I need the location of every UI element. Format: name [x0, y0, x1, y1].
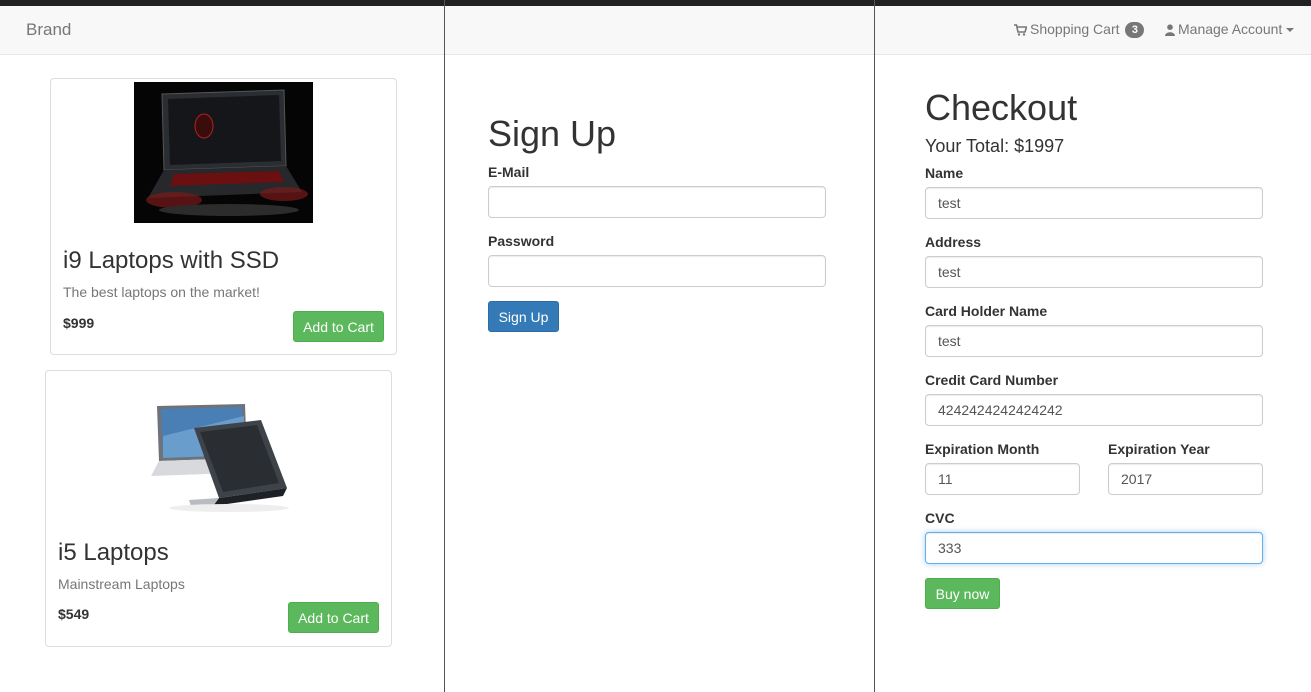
password-field[interactable] — [488, 255, 826, 287]
buy-now-button[interactable]: Buy now — [925, 578, 1000, 609]
product-card: i5 Laptops Mainstream Laptops $549 Add t… — [45, 370, 392, 647]
order-total: Your Total: $1997 — [925, 136, 1065, 156]
checkout-pane: Shopping Cart 3 Manage Account Checkout … — [875, 6, 1311, 692]
address-label: Address — [925, 234, 982, 250]
shopping-cart-label: Shopping Cart — [1030, 21, 1120, 37]
email-field[interactable] — [488, 186, 826, 218]
product-price: $549 — [58, 606, 90, 622]
product-title: i5 Laptops — [58, 539, 169, 566]
shopping-cart-link[interactable]: Shopping Cart 3 — [1014, 21, 1145, 38]
password-label: Password — [488, 233, 555, 249]
product-description: The best laptops on the market! — [63, 284, 260, 300]
address-field[interactable] — [925, 256, 1263, 288]
expiration-month-label: Expiration Month — [925, 441, 1040, 457]
laptops-pair-image — [151, 404, 289, 512]
navbar-left: Brand — [0, 6, 444, 55]
product-description: Mainstream Laptops — [58, 576, 185, 592]
card-holder-field[interactable] — [925, 325, 1263, 357]
name-label: Name — [925, 165, 964, 181]
signup-pane: Sign Up E-Mail Password Sign Up — [445, 6, 874, 692]
card-number-field[interactable] — [925, 394, 1263, 426]
user-icon — [1165, 24, 1175, 36]
checkout-title: Checkout — [925, 87, 1078, 128]
expiration-month-field[interactable] — [925, 463, 1080, 495]
products-pane: Brand i9 Laptops with SSD The best lapto… — [0, 6, 444, 692]
signup-title: Sign Up — [488, 113, 617, 154]
add-to-cart-button[interactable]: Add to Cart — [288, 602, 379, 633]
card-holder-label: Card Holder Name — [925, 303, 1048, 319]
cvc-field[interactable] — [925, 532, 1263, 564]
navbar-middle — [445, 6, 874, 55]
cvc-label: CVC — [925, 510, 955, 526]
name-field[interactable] — [925, 187, 1263, 219]
expiration-year-label: Expiration Year — [1108, 441, 1210, 457]
manage-account-label: Manage Account — [1178, 21, 1283, 37]
shopping-cart-icon — [1014, 24, 1027, 36]
expiration-year-field[interactable] — [1108, 463, 1263, 495]
product-card: i9 Laptops with SSD The best laptops on … — [50, 78, 397, 355]
signup-button[interactable]: Sign Up — [488, 301, 559, 332]
product-price: $999 — [63, 315, 95, 331]
email-label: E-Mail — [488, 164, 530, 180]
manage-account-dropdown[interactable]: Manage Account — [1165, 21, 1295, 37]
gaming-laptop-image — [134, 82, 313, 223]
add-to-cart-button[interactable]: Add to Cart — [293, 311, 384, 342]
card-number-label: Credit Card Number — [925, 372, 1059, 388]
brand-link[interactable]: Brand — [26, 20, 71, 40]
cart-count-badge: 3 — [1125, 22, 1145, 38]
navbar-right: Shopping Cart 3 Manage Account — [875, 6, 1311, 55]
caret-down-icon — [1286, 28, 1295, 32]
product-title: i9 Laptops with SSD — [63, 247, 280, 274]
